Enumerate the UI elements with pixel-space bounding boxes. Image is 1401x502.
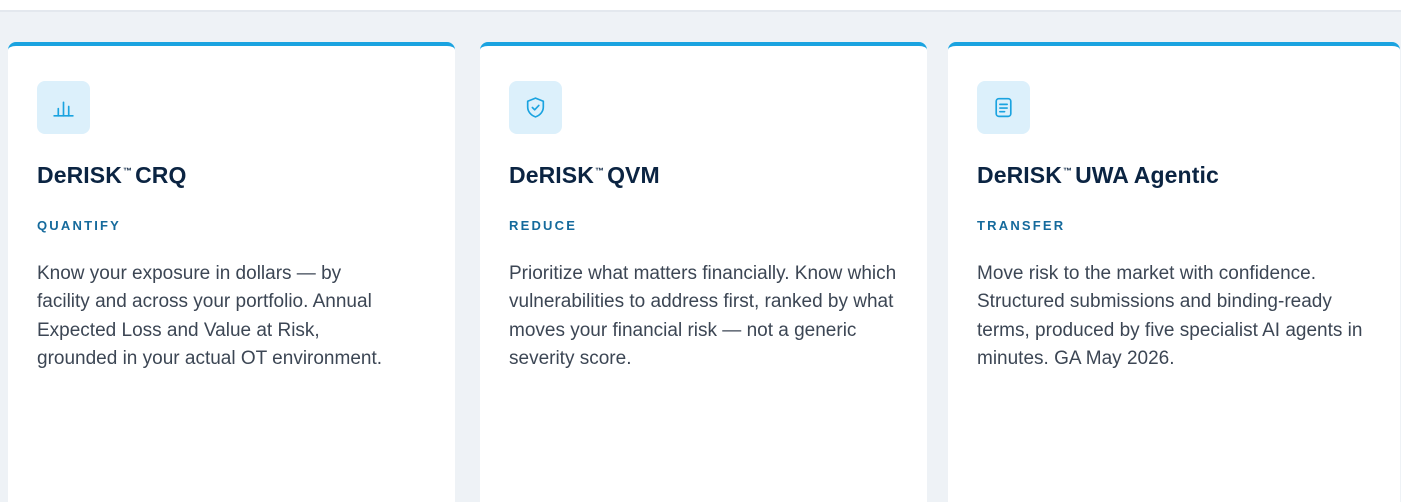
icon-badge xyxy=(37,81,90,134)
product-cards: DeRISK™ CRQ QUANTIFY Know your exposure i… xyxy=(8,42,1401,502)
bar-chart-icon xyxy=(53,101,74,117)
icon-badge xyxy=(977,81,1030,134)
product-card-qvm: DeRISK™ QVM REDUCE Prioritize what matter… xyxy=(480,42,927,502)
shield-check-icon xyxy=(526,97,545,118)
card-description: Move risk to the market with confidence.… xyxy=(977,263,1363,370)
card-description: Prioritize what matters financially. Kno… xyxy=(509,263,897,370)
card-category: TRANSFER xyxy=(977,218,1066,233)
icon-badge xyxy=(509,81,562,134)
document-icon xyxy=(995,97,1012,118)
product-card-crq: DeRISK™ CRQ QUANTIFY Know your exposure i… xyxy=(8,42,455,502)
card-title: DeRISK™ QVM xyxy=(509,162,660,188)
top-section-edge xyxy=(0,0,1401,12)
product-card-uwa-agentic: DeRISK™ UWA Agentic TRANSFER Move risk to… xyxy=(948,42,1400,502)
card-category: REDUCE xyxy=(509,218,578,233)
card-title: DeRISK™ CRQ xyxy=(37,162,187,188)
card-title: DeRISK™ UWA Agentic xyxy=(977,162,1219,188)
card-category: QUANTIFY xyxy=(37,218,122,233)
card-description: Know your exposure in dollars — by facil… xyxy=(37,263,383,370)
